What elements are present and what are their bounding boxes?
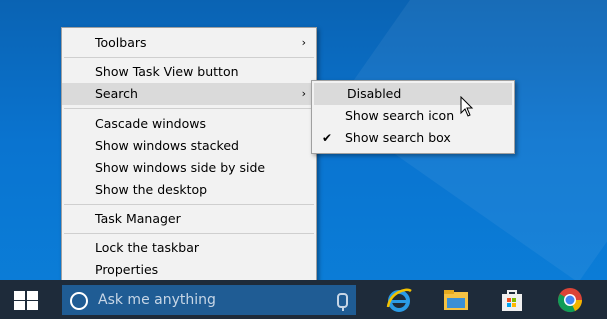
menu-item-label: Show windows stacked — [95, 138, 239, 153]
menu-item-label: Disabled — [347, 86, 402, 101]
taskbar: Ask me anything — [0, 280, 607, 319]
submenu-item-disabled[interactable]: Disabled — [314, 83, 512, 105]
menu-item-label: Show windows side by side — [95, 160, 266, 175]
menu-item-label: Toolbars — [95, 35, 147, 50]
menu-item-task-manager[interactable]: Task Manager — [62, 208, 316, 230]
menu-item-label: Show search icon — [345, 108, 455, 123]
checkmark-icon: ✔ — [322, 131, 333, 145]
submenu-arrow-icon: › — [301, 87, 306, 100]
microphone-stem — [342, 307, 344, 311]
menu-item-lock-the-taskbar[interactable]: Lock the taskbar — [62, 237, 316, 259]
windows-logo-icon — [14, 291, 38, 310]
chrome-icon[interactable] — [555, 285, 585, 315]
menu-item-label: Lock the taskbar — [95, 240, 200, 255]
submenu-item-show-search-box[interactable]: ✔ Show search box — [312, 127, 514, 149]
menu-separator — [64, 57, 314, 58]
menu-separator — [64, 233, 314, 234]
menu-item-label: Search — [95, 86, 138, 101]
cortana-search-box[interactable]: Ask me anything — [62, 285, 356, 315]
menu-item-label: Show Task View button — [95, 64, 239, 79]
menu-item-properties[interactable]: Properties — [62, 259, 316, 281]
file-explorer-icon[interactable] — [441, 285, 471, 315]
menu-item-show-windows-stacked[interactable]: Show windows stacked — [62, 135, 316, 157]
menu-item-label: Show search box — [345, 130, 451, 145]
menu-item-cascade-windows[interactable]: Cascade windows — [62, 113, 316, 135]
menu-item-toolbars[interactable]: Toolbars › — [62, 32, 316, 54]
search-submenu: Disabled Show search icon ✔ Show search … — [311, 80, 515, 154]
menu-item-show-task-view-button[interactable]: Show Task View button — [62, 61, 316, 83]
menu-item-label: Properties — [95, 262, 159, 277]
menu-separator — [64, 204, 314, 205]
start-button[interactable] — [0, 280, 52, 319]
menu-item-label: Task Manager — [95, 211, 181, 226]
internet-explorer-icon[interactable] — [384, 285, 414, 315]
search-placeholder: Ask me anything — [98, 292, 216, 308]
microphone-icon[interactable] — [337, 293, 348, 308]
store-icon[interactable] — [497, 285, 527, 315]
menu-item-show-windows-side-by-side[interactable]: Show windows side by side — [62, 157, 316, 179]
menu-separator — [64, 108, 314, 109]
menu-item-show-the-desktop[interactable]: Show the desktop — [62, 179, 316, 201]
submenu-item-show-search-icon[interactable]: Show search icon — [312, 105, 514, 127]
taskbar-context-menu: Toolbars › Show Task View button Search … — [61, 27, 317, 285]
menu-item-label: Cascade windows — [95, 116, 206, 131]
mouse-cursor-icon — [460, 96, 474, 117]
submenu-arrow-icon: › — [301, 36, 306, 49]
menu-item-search[interactable]: Search › — [62, 83, 316, 105]
menu-item-label: Show the desktop — [95, 182, 208, 197]
cortana-icon — [70, 292, 88, 310]
